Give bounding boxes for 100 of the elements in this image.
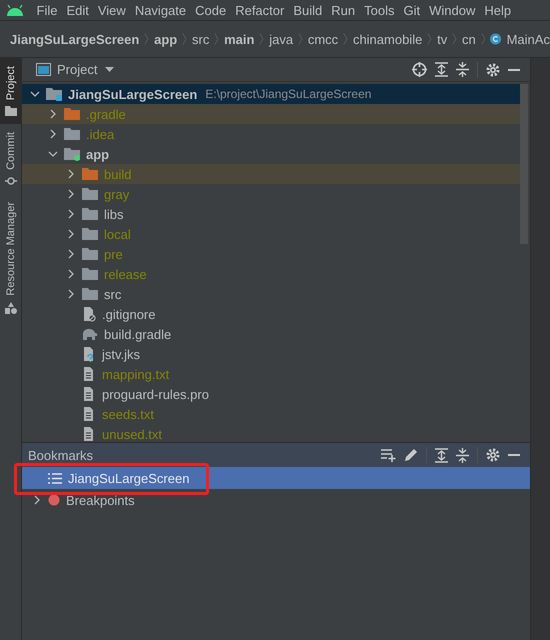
menu-item[interactable]: Code [190, 2, 231, 18]
breadcrumb-item[interactable]: java [269, 32, 294, 46]
chevron-right-icon[interactable] [66, 289, 76, 299]
commit-icon [4, 176, 16, 186]
minimize-icon[interactable] [508, 68, 520, 70]
tree-item-label: .idea [86, 126, 114, 142]
chevron-right-icon[interactable] [48, 129, 58, 139]
chevron-separator-icon [343, 31, 348, 47]
tree-item-label: app [86, 146, 110, 162]
menu-item[interactable]: Refactor [230, 2, 289, 18]
folder-icon [82, 227, 98, 241]
tree-item-label: JiangSuLargeScreen [68, 86, 198, 102]
folder-icon [64, 107, 80, 121]
tree-row[interactable]: JiangSuLargeScreen E:\project\JiangSuLargeScreen [22, 84, 520, 104]
menu-item[interactable]: File [32, 2, 62, 18]
breadcrumb-item[interactable]: MainAc [506, 32, 550, 46]
tree-row[interactable]: src [22, 284, 520, 304]
tree-row[interactable]: app [22, 144, 520, 164]
breakpoint-dot-icon [48, 494, 60, 506]
tree-item-label: src [104, 286, 122, 302]
tree-item-label: libs [104, 206, 124, 222]
breadcrumb-item[interactable]: JiangSuLargeScreen [10, 32, 140, 46]
folder-icon [82, 187, 98, 201]
expand-all-icon[interactable] [435, 62, 448, 77]
settings-icon[interactable] [486, 448, 500, 462]
chevron-right-icon[interactable] [66, 249, 76, 259]
chevron-down-icon[interactable] [48, 149, 58, 159]
collapse-all-icon[interactable] [456, 448, 469, 462]
breadcrumb-item[interactable]: main [224, 32, 254, 46]
tree-row[interactable]: .gitignore [22, 304, 520, 324]
tree-item-label: pre [104, 246, 123, 262]
chevron-separator-icon [259, 31, 264, 47]
bookmark-row[interactable]: JiangSuLargeScreen [22, 467, 530, 489]
menu-item[interactable]: Run [326, 2, 360, 18]
tree-item-label: .gradle [86, 106, 126, 122]
dropdown-caret-icon[interactable] [105, 67, 114, 72]
chevron-separator-icon [298, 31, 303, 47]
breadcrumb-item[interactable]: app [154, 32, 178, 46]
chevron-down-icon[interactable] [30, 89, 40, 99]
tree-item-label: release [104, 266, 147, 282]
breadcrumb-item[interactable]: src [192, 32, 210, 46]
tree-item-label: proguard-rules.pro [102, 386, 209, 402]
bookmark-row[interactable]: Breakpoints [22, 489, 530, 511]
tree-item-label: seeds.txt [102, 406, 154, 422]
tree-item-label: gray [104, 186, 130, 202]
menu-item[interactable]: Help [480, 2, 516, 18]
chevron-separator-icon [144, 31, 150, 47]
folder-icon [82, 247, 98, 261]
chevron-separator-icon [182, 31, 187, 47]
collapse-all-icon[interactable] [456, 62, 469, 77]
chevron-right-icon[interactable] [66, 209, 76, 219]
menu-item[interactable]: Tools [360, 2, 399, 18]
text-file-icon [82, 386, 96, 402]
panel-title[interactable]: Project [57, 62, 98, 77]
menu-item[interactable]: View [93, 2, 130, 18]
locate-icon[interactable] [412, 62, 427, 77]
menu-item[interactable]: Edit [62, 2, 94, 18]
folder-icon [64, 147, 80, 161]
tree-row[interactable]: libs [22, 204, 520, 224]
project-path: E:\project\JiangSuLargeScreen [205, 87, 372, 101]
panel-title: Bookmarks [28, 448, 94, 462]
tree-row[interactable]: build.gradle [22, 324, 520, 344]
chevron-separator-icon [427, 31, 432, 47]
list-icon [48, 472, 62, 484]
expand-all-icon[interactable] [435, 448, 448, 462]
tool-window-tab[interactable]: Commit [0, 124, 21, 194]
breadcrumb-item[interactable]: cn [462, 32, 476, 46]
breadcrumb-item[interactable]: tv [437, 32, 448, 46]
menu-item[interactable]: Git [398, 2, 425, 18]
android-logo-icon [6, 4, 24, 16]
scrollbar-thumb[interactable] [520, 84, 528, 244]
settings-icon[interactable] [486, 62, 500, 76]
pencil-icon[interactable] [404, 448, 418, 462]
folder-icon [46, 87, 62, 101]
tree-row[interactable]: jstv.jks [22, 344, 520, 364]
chevron-right-icon[interactable] [66, 229, 76, 239]
menu-item[interactable]: Build [288, 2, 327, 18]
chevron-right-icon[interactable] [66, 169, 76, 179]
tree-item-label: build.gradle [104, 326, 172, 342]
folder-icon [64, 127, 80, 141]
breadcrumb-item[interactable]: chinamobile [352, 32, 422, 46]
chevron-right-icon[interactable] [48, 109, 58, 119]
add-list-icon[interactable] [381, 448, 396, 462]
tree-row[interactable]: proguard-rules.pro [22, 384, 520, 404]
elephant-icon [82, 328, 98, 340]
tree-item-label: jstv.jks [102, 346, 140, 362]
text-file-icon [82, 426, 96, 442]
menu-item[interactable]: Window [424, 2, 480, 18]
tool-window-tab[interactable]: Resource Manager [0, 194, 21, 322]
tree-item-label: unused.txt [102, 426, 162, 442]
breadcrumb-item[interactable]: cmcc [308, 32, 338, 46]
ignore-file-icon [82, 306, 96, 322]
chevron-right-icon[interactable] [66, 189, 76, 199]
tree-item-label: local [104, 226, 131, 242]
chevron-right-icon[interactable] [66, 269, 76, 279]
tool-window-tab[interactable]: Project [0, 58, 21, 124]
chevron-right-icon[interactable] [32, 495, 42, 505]
class-icon [490, 32, 502, 46]
menu-item[interactable]: Navigate [130, 2, 191, 18]
tree-item-label: mapping.txt [102, 366, 170, 382]
